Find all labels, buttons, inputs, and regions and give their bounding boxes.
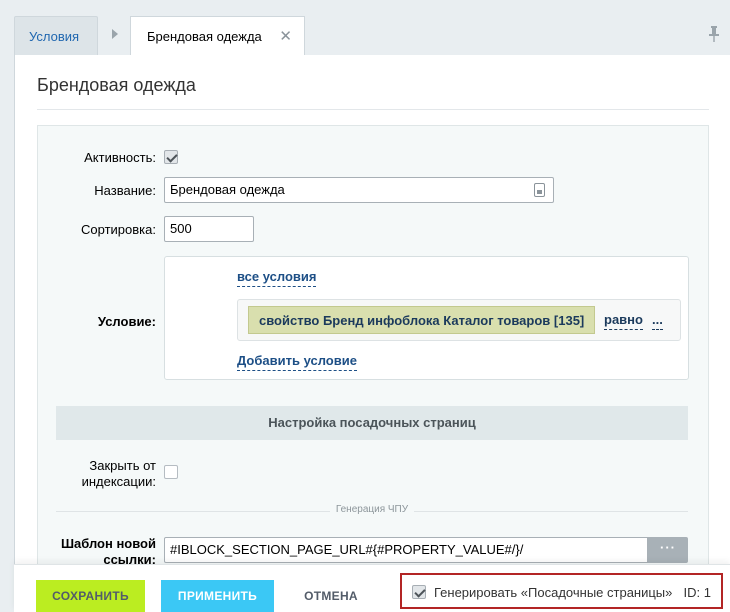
generate-landing-checkbox[interactable] [412,585,426,599]
sef-section-header: Генерация ЧПУ [56,504,688,518]
add-condition-link[interactable]: Добавить условие [237,353,357,371]
generate-landing-label: Генерировать «Посадочные страницы» [434,585,673,600]
condition-operator[interactable]: равно [604,312,643,330]
url-template-label-line1: Шаблон новой [60,536,156,551]
footer-bar: СОХРАНИТЬ ПРИМЕНИТЬ ОТМЕНА Генерировать … [14,564,730,612]
name-label: Название: [94,183,156,198]
tab-bar: Условия Брендовая одежда ✕ [0,0,730,56]
pin-icon[interactable] [708,26,720,42]
condition-row: свойство Бренд инфоблока Каталог товаров… [237,299,681,341]
main-panel: Брендовая одежда Активность: Название: Б… [14,55,730,585]
active-checkbox[interactable] [164,150,178,164]
noindex-label: Закрыть от индексации: [38,458,156,490]
condition-box: все условия свойство Бренд инфоблока Кат… [164,256,689,380]
cancel-button[interactable]: ОТМЕНА [296,580,366,612]
url-template-options-button[interactable]: ··· [648,537,688,563]
condition-property-chip[interactable]: свойство Бренд инфоблока Каталог товаров… [248,306,596,334]
form-box: Активность: Название: Брендовая одежда С… [37,125,709,585]
tab-conditions[interactable]: Условия [14,16,98,56]
name-input[interactable]: Брендовая одежда [164,177,554,203]
sef-section-title: Генерация ЧПУ [329,504,415,515]
save-button[interactable]: СОХРАНИТЬ [36,580,145,612]
url-template-value: #IBLOCK_SECTION_PAGE_URL#{#PROPERTY_VALU… [170,542,524,557]
noindex-checkbox[interactable] [164,465,178,479]
generate-landing-box: Генерировать «Посадочные страницы» ID: 1 [400,573,723,609]
condition-label: Условие: [97,314,156,329]
active-label: Активность: [84,150,156,165]
url-template-input[interactable]: #IBLOCK_SECTION_PAGE_URL#{#PROPERTY_VALU… [164,537,648,563]
sort-label: Сортировка: [81,222,156,237]
title-divider [37,109,709,110]
noindex-label-line2: индексации: [81,474,156,489]
page-title: Брендовая одежда [37,75,196,95]
breadcrumb-arrow-icon [112,29,118,39]
condition-value-more[interactable]: ... [652,312,663,330]
tab-conditions-label: Условия [29,29,80,44]
translate-icon[interactable] [534,183,545,197]
landing-section-header: Настройка посадочных страниц [56,406,688,440]
tab-brand-clothing[interactable]: Брендовая одежда ✕ [130,16,305,56]
apply-button[interactable]: ПРИМЕНИТЬ [161,580,274,612]
record-id: ID: 1 [683,585,711,600]
sort-input[interactable]: 500 [164,216,254,242]
name-input-value: Брендовая одежда [170,182,285,197]
sort-input-value: 500 [170,221,192,236]
noindex-label-line1: Закрыть от [89,458,156,473]
close-icon[interactable]: ✕ [279,29,292,44]
tab-active-label: Брендовая одежда [147,29,262,44]
all-conditions-link[interactable]: все условия [237,269,317,287]
